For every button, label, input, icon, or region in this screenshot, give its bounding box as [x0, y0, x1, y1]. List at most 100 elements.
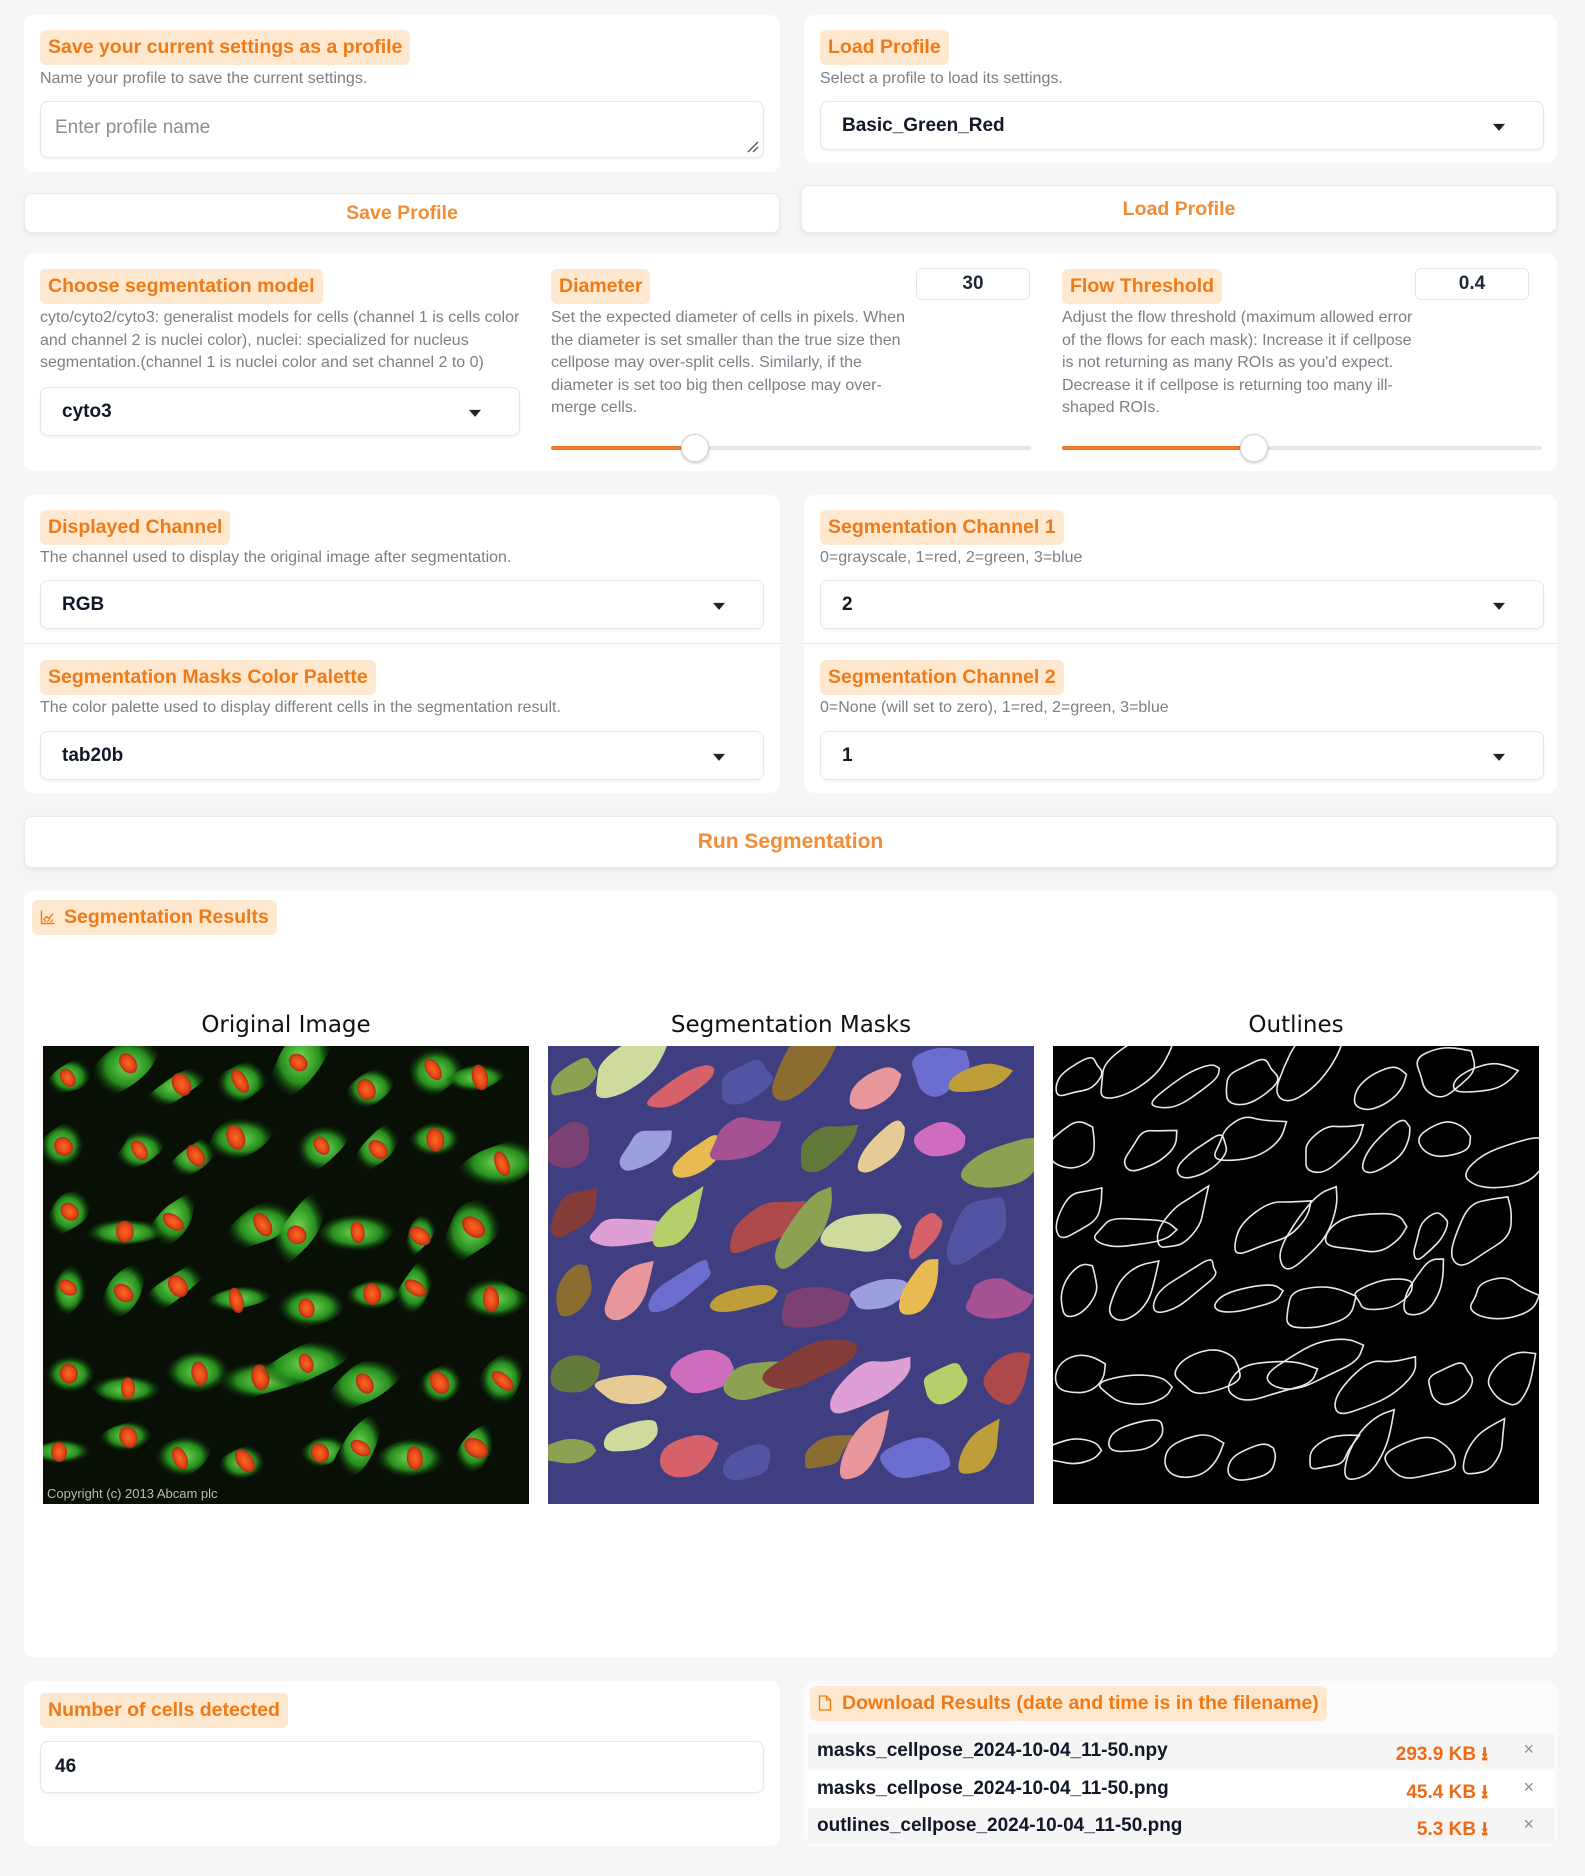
cell-outline — [1055, 1056, 1103, 1097]
flow-threshold-slider[interactable] — [1062, 434, 1542, 462]
mask-region — [556, 1264, 592, 1317]
load-profile-button[interactable]: Load Profile — [801, 185, 1557, 233]
mask-region — [551, 1057, 597, 1096]
mask-region — [960, 1137, 1034, 1188]
mask-region — [709, 1285, 779, 1312]
mask-region — [965, 1278, 1034, 1319]
download-file-size[interactable]: 5.3 KB ⭳ — [1417, 1815, 1488, 1847]
save-profile-panel: Save your current settings as a profile … — [24, 15, 780, 172]
seg-channel2-select[interactable]: 1 — [820, 731, 1544, 780]
download-file-row[interactable]: masks_cellpose_2024-10-04_11-50.npy 293.… — [808, 1733, 1554, 1769]
mask-region — [849, 1067, 902, 1110]
cells-detected-panel: Number of cells detected 46 — [24, 1681, 780, 1846]
divider — [24, 643, 780, 644]
cell-outline — [1450, 1196, 1513, 1266]
cell-outline — [1305, 1123, 1365, 1174]
cell-outline — [1428, 1362, 1474, 1406]
cells-detected-title: Number of cells detected — [40, 1693, 288, 1728]
downloads-title-text: Download Results (date and time is in th… — [842, 1692, 1319, 1714]
profile-select[interactable]: Basic_Green_Red — [820, 101, 1544, 150]
diameter-description: Set the expected diameter of cells in pi… — [551, 309, 905, 416]
cell-outline — [1234, 1200, 1312, 1254]
chevron-down-icon — [469, 409, 481, 417]
load-profile-title: Load Profile — [820, 30, 949, 65]
channel-settings-panel: Segmentation Channel 1 0=grayscale, 1=re… — [804, 495, 1557, 793]
cell-outline — [1164, 1434, 1225, 1479]
download-file-row[interactable]: masks_cellpose_2024-10-04_11-50.png 45.4… — [808, 1771, 1554, 1807]
cell-outline — [1054, 1354, 1107, 1394]
flow-threshold-input[interactable]: 0.4 — [1415, 268, 1529, 300]
cell-outline — [1152, 1259, 1217, 1314]
save-profile-button[interactable]: Save Profile — [24, 193, 780, 233]
displayed-channel-title: Displayed Channel — [40, 510, 231, 545]
cell-outline — [1227, 1443, 1277, 1481]
download-file-name[interactable]: masks_cellpose_2024-10-04_11-50.png — [817, 1778, 1169, 1800]
results-title: Segmentation Results — [32, 900, 277, 935]
diameter-input[interactable]: 30 — [916, 268, 1030, 300]
cell-outline — [1413, 1212, 1449, 1261]
cell-outline — [1276, 1046, 1342, 1102]
chevron-down-icon — [1493, 602, 1505, 610]
mask-region — [548, 1121, 590, 1168]
palette-select[interactable]: tab20b — [40, 731, 764, 780]
diameter-slider-fill — [551, 446, 695, 450]
mask-region — [857, 1120, 905, 1173]
cell-outline — [1309, 1434, 1361, 1470]
cell-outline — [1403, 1258, 1445, 1316]
resize-handle-icon[interactable] — [747, 141, 759, 153]
cell-body — [266, 1046, 331, 1101]
cell-body — [455, 1137, 529, 1188]
download-file-name[interactable]: masks_cellpose_2024-10-04_11-50.npy — [817, 1740, 1168, 1762]
download-file-row[interactable]: outlines_cellpose_2024-10-04_11-50.png 5… — [808, 1808, 1554, 1844]
cell-outline — [1098, 1374, 1174, 1405]
cell-outline — [1053, 1121, 1095, 1169]
segmentation-masks-image — [548, 1046, 1034, 1504]
outlines-image — [1053, 1046, 1539, 1504]
file-icon — [818, 1695, 832, 1711]
load-profile-panel: Load Profile Select a profile to load it… — [804, 15, 1557, 163]
cell-outline — [1060, 1263, 1098, 1318]
downloads-title: Download Results (date and time is in th… — [810, 1686, 1327, 1721]
save-profile-description: Name your profile to save the current se… — [40, 70, 368, 87]
chevron-down-icon — [713, 753, 725, 761]
remove-file-icon[interactable]: × — [1523, 1814, 1534, 1835]
original-image: Copyright (c) 2013 Abcam plc — [43, 1046, 529, 1504]
copyright-text: Copyright (c) 2013 Abcam plc — [47, 1486, 218, 1501]
mask-region — [603, 1420, 658, 1452]
run-segmentation-button[interactable]: Run Segmentation — [24, 816, 1557, 868]
seg-channel1-value: 2 — [842, 593, 853, 615]
palette-select-value: tab20b — [62, 744, 124, 766]
displayed-channel-description: The channel used to display the original… — [40, 549, 512, 566]
cell-outline — [1108, 1259, 1160, 1321]
mask-region — [723, 1444, 771, 1481]
flow-threshold-slider-thumb[interactable] — [1240, 434, 1268, 462]
download-file-size[interactable]: 45.4 KB ⭳ — [1406, 1778, 1488, 1810]
profile-name-input[interactable]: Enter profile name — [40, 101, 764, 158]
cell-outline — [1227, 1360, 1319, 1401]
download-file-name[interactable]: outlines_cellpose_2024-10-04_11-50.png — [817, 1815, 1182, 1837]
cell-outline — [1093, 1217, 1179, 1248]
outlines-canvas — [1053, 1046, 1539, 1481]
mask-region — [659, 1435, 719, 1478]
flow-threshold-description: Adjust the flow threshold (maximum allow… — [1062, 309, 1413, 416]
mask-region — [594, 1375, 668, 1405]
mask-region — [709, 1117, 782, 1161]
remove-file-icon[interactable]: × — [1523, 1739, 1534, 1760]
cell-outline — [1462, 1417, 1506, 1475]
seg-channel2-description: 0=None (will set to zero), 1=red, 2=gree… — [820, 699, 1169, 716]
remove-file-icon[interactable]: × — [1523, 1777, 1534, 1798]
diameter-title: Diameter — [551, 269, 651, 304]
model-title: Choose segmentation model — [40, 269, 323, 304]
cell-outline — [1361, 1119, 1411, 1174]
download-file-size[interactable]: 293.9 KB ⭳ — [1396, 1740, 1488, 1772]
diameter-slider[interactable] — [551, 434, 1031, 462]
load-profile-description: Select a profile to load its settings. — [820, 70, 1063, 87]
chevron-down-icon — [1493, 123, 1505, 131]
cell-outline — [1487, 1351, 1537, 1406]
cell-body — [43, 1438, 92, 1464]
displayed-channel-select[interactable]: RGB — [40, 580, 764, 629]
diameter-slider-thumb[interactable] — [681, 434, 709, 462]
seg-channel1-select[interactable]: 2 — [820, 580, 1544, 629]
model-select[interactable]: cyto3 — [40, 387, 520, 436]
cell-outline — [1418, 1121, 1472, 1158]
